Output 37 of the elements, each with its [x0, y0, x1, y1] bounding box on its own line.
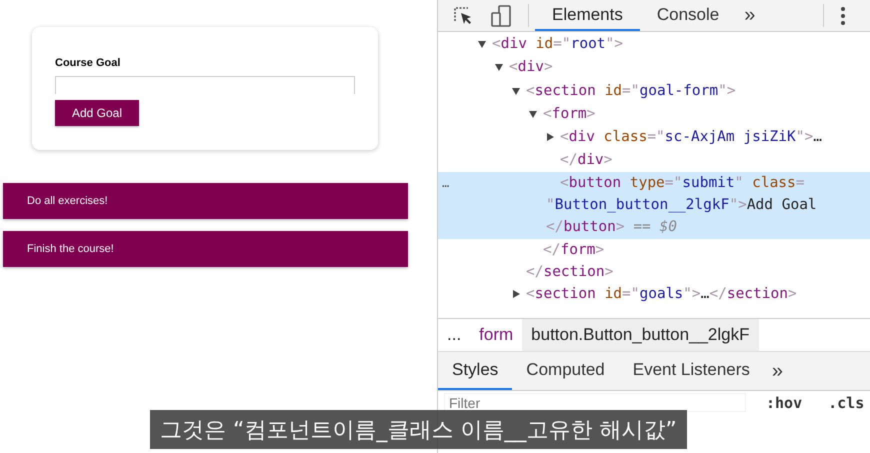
breadcrumb[interactable]: button.Button_button__2lgkF [522, 319, 759, 351]
styles-pane-tab[interactable]: Event Listeners [618, 352, 764, 390]
inspect-icon[interactable] [452, 4, 474, 26]
cls-toggle[interactable]: .cls [822, 393, 870, 413]
styles-pane-tab[interactable]: Styles [438, 352, 512, 390]
devtools-tab[interactable]: Elements [535, 0, 640, 31]
dom-node-line[interactable]: <section id="goal-form"> [438, 80, 870, 103]
subtitle-caption: 그것은 “컴포넌트이름_클래스 이름__고유한 해시값” [150, 410, 687, 449]
dom-node-line[interactable]: <div class="sc-AxjAm jsiZiK">… [438, 126, 870, 150]
more-tabs-button[interactable]: » [736, 0, 764, 31]
styles-pane-tab[interactable]: Computed [512, 352, 619, 390]
more-options-icon[interactable] [840, 4, 846, 26]
dom-node-line[interactable]: <section id="goals">…</section> [438, 283, 870, 307]
device-toolbar-icon[interactable] [490, 4, 512, 26]
breadcrumb[interactable]: ... [438, 319, 470, 351]
expanded-triangle-icon[interactable] [529, 110, 537, 118]
goal-item[interactable]: Finish the course! [3, 231, 408, 267]
goal-item[interactable]: Do all exercises! [3, 183, 408, 219]
add-goal-button[interactable]: Add Goal [55, 100, 139, 126]
dom-node-line[interactable]: <div id="root"> [438, 33, 870, 56]
filter-field[interactable]: Filter [444, 393, 746, 412]
more-tabs-button[interactable]: » [764, 352, 792, 390]
dom-node-line[interactable]: <div> [438, 56, 870, 80]
expanded-triangle-icon[interactable] [512, 86, 520, 95]
expanded-triangle-icon[interactable] [495, 63, 503, 72]
expanded-triangle-icon[interactable] [478, 40, 486, 48]
collapsed-triangle-icon[interactable] [546, 133, 554, 142]
devtools-tab[interactable]: Console [640, 0, 736, 31]
dom-node-line[interactable]: </section> [438, 260, 870, 284]
dom-node-line[interactable]: </form> [438, 238, 870, 261]
breadcrumb[interactable]: form [470, 319, 522, 351]
hov-toggle[interactable]: :hov [760, 393, 808, 413]
dom-node-line[interactable]: <form> [438, 102, 870, 126]
course-goal-label: Course Goal [55, 57, 122, 71]
collapsed-triangle-icon[interactable] [512, 290, 520, 298]
course-goal-input[interactable] [55, 76, 355, 94]
dom-node-line[interactable]: </div> [438, 149, 870, 172]
